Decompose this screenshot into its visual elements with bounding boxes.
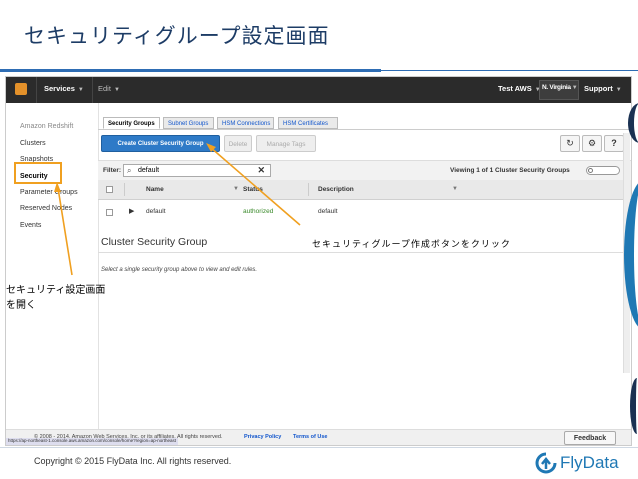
- region-menu[interactable]: N. Virginia▼: [542, 84, 578, 91]
- aws-logo-icon[interactable]: [15, 83, 27, 95]
- create-button-annotation: セキュリティグループ作成ボタンをクリック: [312, 240, 511, 250]
- aws-topbar: Services ▼ Edit ▼ Test AWS ▼ N. Virginia▼ S…: [6, 77, 631, 103]
- topbar-divider: [92, 77, 93, 103]
- search-icon: ⌕: [127, 166, 132, 175]
- table-row[interactable]: ▶ default authorized default: [98, 203, 631, 222]
- account-menu[interactable]: Test AWS ▼: [498, 84, 541, 93]
- tab-subnet-groups[interactable]: Subnet Groups: [163, 117, 214, 129]
- expand-arrow-icon[interactable]: ▶: [129, 207, 134, 215]
- sidebar-item-parameter-groups[interactable]: Parameter Groups: [20, 189, 78, 196]
- select-all-checkbox[interactable]: [106, 186, 113, 193]
- help-icon[interactable]: ?: [604, 135, 624, 152]
- clear-icon[interactable]: ✕: [257, 165, 265, 176]
- browser-status-url: https://ap-northeast-1.console.aws.amazo…: [6, 438, 178, 445]
- detail-hint: Select a single security group above to …: [101, 267, 258, 273]
- row-checkbox[interactable]: [106, 209, 113, 216]
- privacy-policy-link[interactable]: Privacy Policy: [244, 434, 281, 440]
- column-name[interactable]: Name: [146, 186, 164, 193]
- chevron-down-icon: ▼: [571, 85, 578, 91]
- chevron-down-icon: ▼: [615, 87, 622, 93]
- flydata-logo-icon: [535, 452, 557, 474]
- security-highlight-box: [14, 162, 62, 184]
- services-label: Services: [44, 84, 75, 93]
- support-label: Support: [584, 84, 613, 93]
- edit-label: Edit: [98, 84, 111, 93]
- edit-menu[interactable]: Edit ▼: [98, 84, 120, 93]
- topbar-divider: [36, 77, 37, 103]
- sort-icon[interactable]: ▼: [233, 186, 239, 192]
- sidebar: Amazon Redshift Clusters Snapshots Secur…: [6, 103, 99, 445]
- filter-value: default: [138, 167, 160, 174]
- sort-icon[interactable]: ▼: [452, 186, 458, 192]
- tab-hsm-certificates[interactable]: HSM Certificates: [278, 117, 338, 129]
- region-label: N. Virginia: [542, 84, 571, 91]
- sidebar-item-events[interactable]: Events: [20, 222, 41, 229]
- slide-copyright: Copyright © 2015 FlyData Inc. All rights…: [34, 456, 232, 466]
- tabs-divider: [98, 129, 631, 130]
- account-label: Test AWS: [498, 84, 532, 93]
- cell-description: default: [318, 208, 338, 215]
- column-status[interactable]: Status: [243, 186, 263, 193]
- sidebar-heading: Amazon Redshift: [20, 123, 74, 130]
- filter-input[interactable]: ⌕ default ✕: [123, 164, 271, 177]
- view-toggle[interactable]: [586, 166, 620, 175]
- title-rule-thin: [381, 70, 638, 71]
- decorative-arc: [630, 378, 638, 434]
- slide-title: セキュリティグループ設定画面: [24, 24, 330, 48]
- column-divider: [124, 183, 125, 196]
- security-annotation: セキュリティ設定画面 を開く: [6, 283, 146, 313]
- sidebar-item-clusters[interactable]: Clusters: [20, 140, 46, 147]
- title-rule: [0, 69, 381, 72]
- gear-icon[interactable]: ⚙: [582, 135, 602, 152]
- detail-divider: [98, 252, 631, 253]
- security-annotation-line1: セキュリティ設定画面: [6, 285, 106, 296]
- support-menu[interactable]: Support ▼: [584, 84, 622, 93]
- detail-title: Cluster Security Group: [101, 236, 208, 248]
- aws-console-screenshot: Services ▼ Edit ▼ Test AWS ▼ N. Virginia▼ S…: [5, 76, 632, 446]
- column-description[interactable]: Description: [318, 186, 354, 193]
- terms-of-use-link[interactable]: Terms of Use: [293, 434, 327, 440]
- footer-rule: [0, 447, 638, 448]
- filter-bar: Filter: ⌕ default ✕ Viewing 1 of 1 Clust…: [98, 160, 631, 182]
- delete-button[interactable]: Delete: [224, 135, 252, 152]
- filter-label: Filter:: [103, 167, 122, 174]
- cell-status: authorized: [243, 208, 274, 215]
- brand-name: FlyData: [560, 453, 619, 472]
- tab-hsm-connections[interactable]: HSM Connections: [217, 117, 274, 129]
- sidebar-item-reserved-nodes[interactable]: Reserved Nodes: [20, 205, 72, 212]
- table-header: Name ▼ Status Description ▼: [98, 180, 631, 200]
- column-divider: [308, 183, 309, 196]
- refresh-icon[interactable]: ↻: [560, 135, 580, 152]
- viewing-count: Viewing 1 of 1 Cluster Security Groups: [450, 167, 570, 174]
- chevron-down-icon: ▼: [113, 87, 120, 93]
- cell-name: default: [146, 208, 166, 215]
- feedback-button[interactable]: Feedback: [564, 431, 616, 445]
- toggle-knob-icon: [588, 168, 593, 173]
- tab-security-groups[interactable]: Security Groups: [103, 117, 160, 129]
- manage-tags-button[interactable]: Manage Tags: [256, 135, 316, 152]
- create-cluster-security-group-button[interactable]: Create Cluster Security Group: [101, 135, 220, 152]
- services-menu[interactable]: Services ▼: [44, 84, 84, 93]
- security-annotation-line2: を開く: [6, 300, 36, 311]
- chevron-down-icon: ▼: [77, 87, 84, 93]
